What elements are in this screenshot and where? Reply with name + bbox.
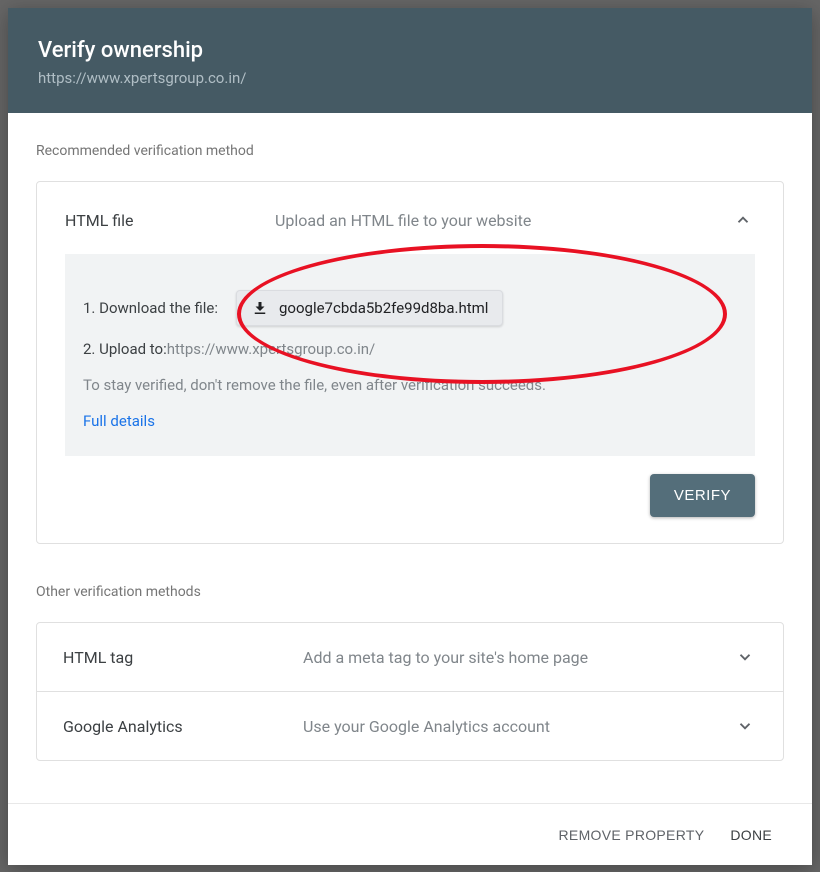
step-download: 1. Download the file: google7cbda5b2fe99… (83, 290, 737, 326)
step-upload: 2. Upload to: https://www.xpertsgroup.co… (83, 340, 737, 358)
method-title: HTML file (65, 211, 275, 230)
dialog-content[interactable]: Recommended verification method HTML fil… (8, 113, 812, 779)
other-methods-list: HTML tag Add a meta tag to your site's h… (36, 622, 784, 761)
dialog-footer: REMOVE PROPERTY DONE (8, 803, 812, 865)
verify-button[interactable]: VERIFY (650, 474, 755, 517)
recommended-section-label: Recommended verification method (36, 143, 784, 159)
method-title: Google Analytics (63, 717, 303, 736)
verify-row: VERIFY (65, 474, 755, 517)
step-upload-label: 2. Upload to: (83, 340, 167, 358)
dialog-title: Verify ownership (38, 38, 782, 63)
chevron-down-icon (733, 645, 757, 669)
dialog-property-url: https://www.xpertsgroup.co.in/ (38, 69, 782, 87)
method-desc: Add a meta tag to your site's home page (303, 648, 733, 667)
done-button[interactable]: DONE (730, 827, 772, 843)
method-title: HTML tag (63, 648, 303, 667)
dialog-header: Verify ownership https://www.xpertsgroup… (8, 8, 812, 113)
method-html-tag[interactable]: HTML tag Add a meta tag to your site's h… (37, 623, 783, 692)
download-filename: google7cbda5b2fe99d8ba.html (279, 299, 488, 317)
method-google-analytics[interactable]: Google Analytics Use your Google Analyti… (37, 692, 783, 760)
method-desc: Use your Google Analytics account (303, 717, 733, 736)
chevron-up-icon (731, 208, 755, 232)
method-desc: Upload an HTML file to your website (275, 211, 731, 230)
remove-property-button[interactable]: REMOVE PROPERTY (559, 827, 705, 843)
full-details-link[interactable]: Full details (83, 412, 155, 430)
verify-ownership-dialog: Verify ownership https://www.xpertsgroup… (8, 8, 812, 865)
download-file-button[interactable]: google7cbda5b2fe99d8ba.html (236, 290, 503, 326)
other-methods-section-label: Other verification methods (36, 584, 784, 600)
verification-note: To stay verified, don't remove the file,… (83, 376, 737, 394)
html-file-method-card: HTML file Upload an HTML file to your we… (36, 181, 784, 544)
chevron-down-icon (733, 714, 757, 738)
html-file-method-body: 1. Download the file: google7cbda5b2fe99… (65, 254, 755, 456)
step-upload-url: https://www.xpertsgroup.co.in/ (167, 340, 375, 358)
step-download-label: 1. Download the file: (83, 299, 218, 317)
html-file-method-header[interactable]: HTML file Upload an HTML file to your we… (65, 208, 755, 232)
download-icon (251, 299, 269, 317)
